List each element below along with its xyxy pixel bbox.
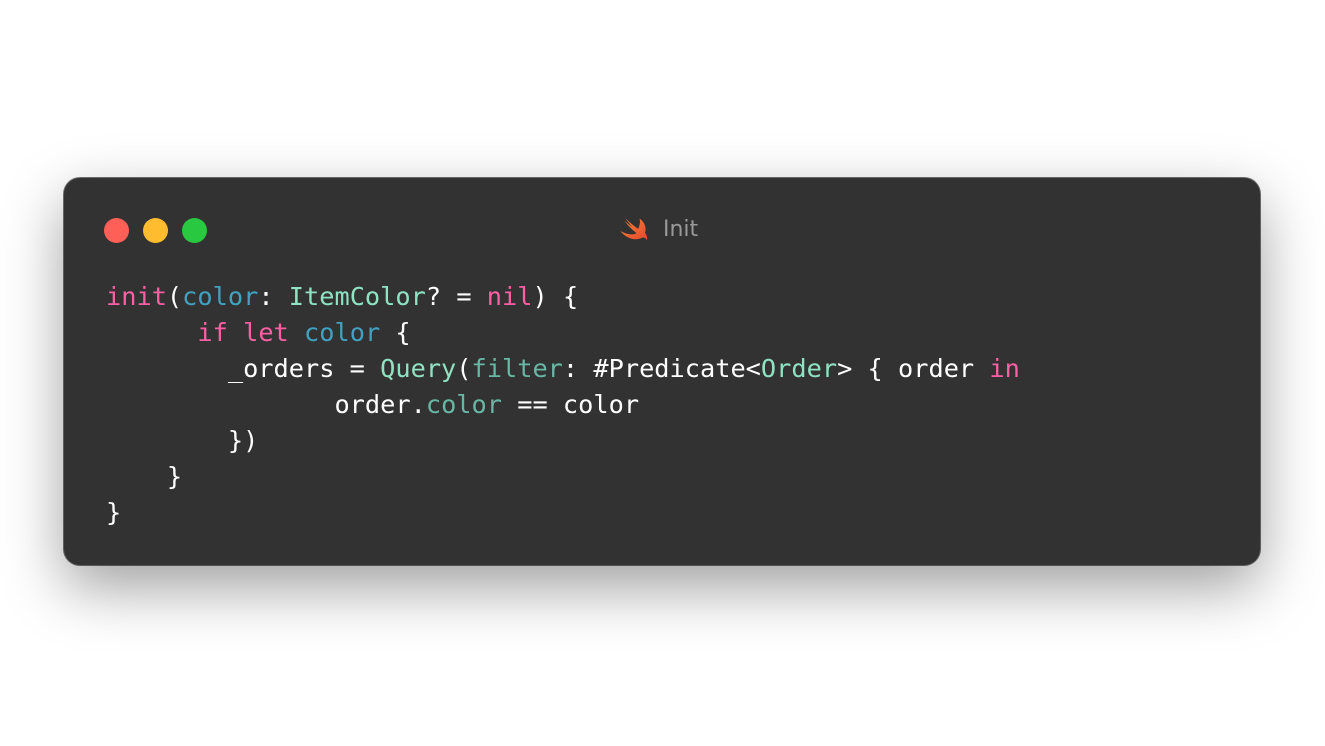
- code-block[interactable]: init(color: ItemColor? = nil) { if let c…: [106, 279, 1020, 531]
- keyword-token: in: [989, 354, 1020, 383]
- window-title-group: Init: [619, 214, 698, 246]
- swift-logo-icon: [620, 218, 648, 241]
- text-token: == color: [502, 390, 640, 419]
- parameter-token: color: [304, 318, 381, 347]
- code-line: if let color {: [106, 315, 1020, 351]
- keyword-token: init: [106, 282, 167, 311]
- keyword-token: let: [243, 318, 289, 347]
- minimize-window-button[interactable]: [143, 218, 168, 243]
- code-line: init(color: ItemColor? = nil) {: [106, 279, 1020, 315]
- text-token: (: [456, 354, 472, 383]
- keyword-token: if: [197, 318, 228, 347]
- type-token: Order: [760, 354, 838, 383]
- text-token: > { order: [837, 354, 990, 383]
- close-window-button[interactable]: [104, 218, 129, 243]
- text-token: (: [166, 282, 183, 311]
- text-token: :: [258, 282, 289, 311]
- zoom-window-button[interactable]: [182, 218, 207, 243]
- code-line: _orders = Query(filter: #Predicate<Order…: [106, 351, 1020, 387]
- text-token: _orders =: [106, 354, 381, 383]
- property-token: filter: [471, 354, 563, 383]
- window-title: Init: [663, 217, 699, 242]
- text-token: ) {: [532, 282, 579, 311]
- code-line: }): [106, 423, 1020, 459]
- text-token: }): [106, 426, 259, 455]
- text-token: ? =: [425, 282, 487, 311]
- window-titlebar: Init: [64, 178, 1260, 282]
- text-token: order.: [106, 390, 426, 419]
- type-token: Query: [380, 354, 457, 383]
- keyword-token: nil: [486, 282, 533, 311]
- type-token: ItemColor: [288, 282, 426, 311]
- text-token: }: [106, 462, 183, 491]
- text-token: : #Predicate<: [562, 354, 761, 383]
- code-window: Init init(color: ItemColor? = nil) { if …: [64, 178, 1260, 565]
- property-token: color: [425, 390, 502, 419]
- text-token: }: [106, 498, 122, 527]
- text-token: {: [380, 318, 411, 347]
- parameter-token: color: [182, 282, 259, 311]
- code-line: }: [106, 495, 1020, 531]
- code-line: }: [106, 459, 1020, 495]
- code-line: order.color == color: [106, 387, 1020, 423]
